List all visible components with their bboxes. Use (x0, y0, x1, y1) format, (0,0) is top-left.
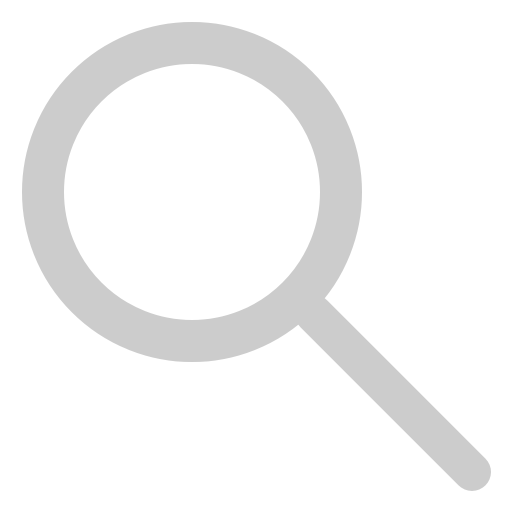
search-icon[interactable] (0, 0, 512, 512)
search-icon-handle (295, 295, 491, 491)
search-icon-lens (22, 22, 362, 362)
search-icon-canvas (0, 0, 512, 512)
